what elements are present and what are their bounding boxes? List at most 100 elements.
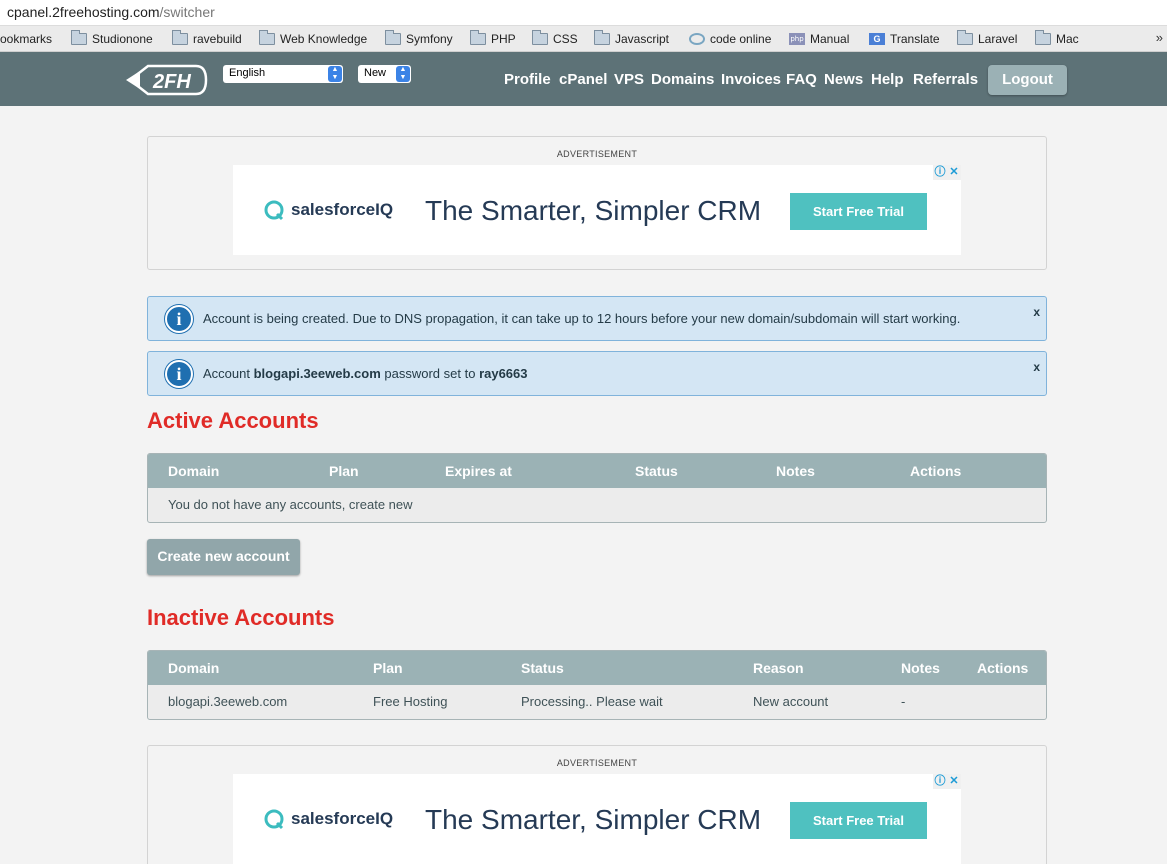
alert-message: Account blogapi.3eeweb.com password set … [203, 366, 528, 381]
column-header: Domain [168, 463, 220, 479]
bookmark-css[interactable]: CSS [532, 30, 578, 47]
table-header: Domain Plan Expires at Status Notes Acti… [148, 454, 1046, 488]
language-value: English [229, 67, 266, 79]
info-icon[interactable]: ⓘ [933, 165, 947, 180]
nav-faq[interactable]: FAQ [786, 71, 817, 88]
nav-invoices[interactable]: Invoices [721, 71, 781, 88]
bookmark-ravebuild[interactable]: ravebuild [172, 30, 242, 47]
ad-headline: The Smarter, Simpler CRM [425, 195, 762, 226]
folder-icon [385, 30, 401, 45]
nav-help[interactable]: Help [871, 71, 904, 88]
ad-cta-button[interactable]: Start Free Trial [790, 802, 927, 839]
column-header: Notes [901, 660, 940, 676]
active-accounts-table: Domain Plan Expires at Status Notes Acti… [147, 453, 1047, 523]
ad-choices: ⓘ ✕ [933, 165, 961, 180]
column-header: Plan [329, 463, 359, 479]
ad-brand: salesforceIQ [263, 808, 393, 830]
ad-brand: salesforceIQ [263, 199, 393, 221]
bookmark-web-knowledge[interactable]: Web Knowledge [259, 30, 367, 47]
ad-label: ADVERTISEMENT [556, 149, 638, 159]
column-header: Reason [753, 660, 804, 676]
active-accounts-heading: Active Accounts [147, 408, 319, 433]
address-bar[interactable]: cpanel.2freehosting.com/switcher [0, 0, 1167, 26]
nav-domains[interactable]: Domains [651, 71, 714, 88]
bookmark-item[interactable]: ookmarks [0, 31, 52, 47]
folder-icon [259, 30, 275, 45]
alert-password-set: i Account blogapi.3eeweb.com password se… [147, 351, 1047, 396]
column-header: Status [635, 463, 678, 479]
bookmarks-bar: ookmarks Studionone ravebuild Web Knowle… [0, 26, 1167, 52]
advertisement-bottom: ADVERTISEMENT salesforceIQ The Smarter, … [147, 745, 1047, 864]
column-header: Plan [373, 660, 403, 676]
select-arrows-icon: ▲ ▼ [328, 66, 342, 82]
folder-icon [470, 30, 486, 45]
bookmark-laravel[interactable]: Laravel [957, 30, 1017, 47]
column-header: Notes [776, 463, 815, 479]
ad-choices: ⓘ ✕ [933, 774, 961, 789]
alert-message: Account is being created. Due to DNS pro… [203, 311, 961, 326]
bookmark-javascript[interactable]: Javascript [594, 30, 669, 47]
column-header: Domain [168, 660, 220, 676]
nav-profile[interactable]: Profile [504, 71, 551, 88]
info-icon: i [165, 360, 193, 388]
logout-button[interactable]: Logout [988, 65, 1067, 95]
nav-cpanel[interactable]: cPanel [559, 71, 607, 88]
column-header: Actions [910, 463, 962, 479]
cell-notes: - [901, 694, 906, 709]
table-header: Domain Plan Status Reason Notes Actions [148, 651, 1046, 685]
info-icon: i [165, 305, 193, 333]
folder-icon [172, 30, 188, 45]
info-icon[interactable]: ⓘ [933, 774, 947, 789]
nav-vps[interactable]: VPS [614, 71, 644, 88]
salesforceiq-logo-icon [264, 809, 284, 830]
translate-icon: G [869, 33, 885, 45]
cell-domain: blogapi.3eeweb.com [168, 694, 288, 709]
ad-banner[interactable]: salesforceIQ The Smarter, Simpler CRM St… [233, 165, 961, 255]
bookmark-symfony[interactable]: Symfony [385, 30, 453, 47]
table-row: You do not have any accounts, create new [148, 488, 1046, 522]
nav-news[interactable]: News [824, 71, 863, 88]
cell-reason: New account [753, 694, 829, 709]
empty-message[interactable]: You do not have any accounts, create new [168, 497, 413, 512]
close-icon[interactable]: ✕ [947, 165, 961, 180]
folder-icon [71, 30, 87, 45]
bookmark-translate[interactable]: G Translate [869, 31, 940, 47]
ad-headline: The Smarter, Simpler CRM [425, 804, 762, 835]
theme-value: New [364, 67, 387, 79]
alert-close-button[interactable]: x [1033, 305, 1040, 319]
advertisement-top: ADVERTISEMENT salesforceIQ The Smarter, … [147, 136, 1047, 270]
ad-cta-button[interactable]: Start Free Trial [790, 193, 927, 230]
svg-text:2FH: 2FH [152, 71, 191, 93]
url-host: cpanel.2freehosting.com [7, 4, 160, 20]
account-password: ray6663 [479, 366, 528, 381]
cell-status: Processing.. Please wait [521, 694, 663, 709]
ad-label: ADVERTISEMENT [556, 758, 638, 768]
alert-account-creating: i Account is being created. Due to DNS p… [147, 296, 1047, 341]
site-logo[interactable]: 2FH [126, 62, 208, 98]
php-icon: php [789, 33, 805, 45]
column-header: Expires at [445, 463, 512, 479]
url-text[interactable]: cpanel.2freehosting.com/switcher [7, 4, 215, 20]
bookmark-manual[interactable]: php Manual [789, 31, 849, 47]
inactive-accounts-table: Domain Plan Status Reason Notes Actions … [147, 650, 1047, 720]
bookmark-php[interactable]: PHP [470, 30, 516, 47]
folder-icon [594, 30, 610, 45]
nav-referrals[interactable]: Referrals [913, 71, 978, 88]
column-header: Status [521, 660, 564, 676]
folder-icon [1035, 30, 1051, 45]
table-row: blogapi.3eeweb.com Free Hosting Processi… [148, 685, 1046, 719]
create-new-account-button[interactable]: Create new account [147, 539, 300, 575]
salesforceiq-logo-icon [264, 200, 284, 221]
select-arrows-icon: ▲ ▼ [396, 66, 410, 82]
bookmark-studionone[interactable]: Studionone [71, 30, 153, 47]
alert-close-button[interactable]: x [1033, 360, 1040, 374]
account-domain: blogapi.3eeweb.com [253, 366, 381, 381]
folder-icon [957, 30, 973, 45]
language-select[interactable]: English ▲ ▼ [223, 65, 343, 83]
close-icon[interactable]: ✕ [947, 774, 961, 789]
theme-select[interactable]: New ▲ ▼ [358, 65, 411, 83]
bookmark-code-online[interactable]: code online [689, 31, 771, 47]
bookmarks-overflow-icon[interactable]: » [1156, 30, 1163, 45]
ad-banner[interactable]: salesforceIQ The Smarter, Simpler CRM St… [233, 774, 961, 864]
bookmark-mac[interactable]: Mac [1035, 30, 1079, 47]
